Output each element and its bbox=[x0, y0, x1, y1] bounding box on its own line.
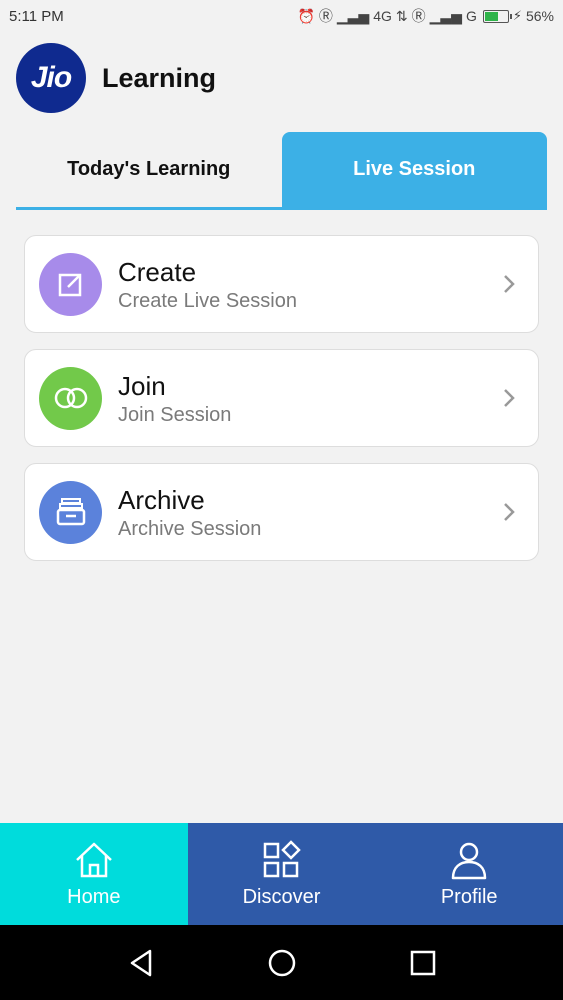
card-subtitle: Join Session bbox=[118, 403, 232, 426]
chevron-right-icon bbox=[504, 503, 515, 521]
nav-profile[interactable]: Profile bbox=[375, 823, 563, 925]
bottom-navigation: Home Discover Profile bbox=[0, 823, 563, 925]
chevron-right-icon bbox=[504, 275, 515, 293]
recents-icon[interactable] bbox=[408, 948, 438, 978]
roaming-icon: Ⓡ bbox=[318, 8, 333, 24]
card-subtitle: Create Live Session bbox=[118, 289, 297, 312]
nav-discover[interactable]: Discover bbox=[188, 823, 376, 925]
tab-todays-learning[interactable]: Today's Learning bbox=[16, 132, 282, 207]
system-navigation-bar bbox=[0, 925, 563, 1000]
network-2-label: G bbox=[465, 8, 477, 24]
battery-icon bbox=[482, 9, 512, 23]
network-1-label: 4G bbox=[373, 8, 392, 24]
tab-live-session[interactable]: Live Session bbox=[281, 132, 547, 207]
edit-icon bbox=[39, 252, 102, 316]
card-subtitle: Archive Session bbox=[118, 517, 262, 540]
create-card[interactable]: Create Create Live Session bbox=[24, 235, 539, 333]
archive-card[interactable]: Archive Archive Session bbox=[24, 463, 539, 561]
back-icon[interactable] bbox=[126, 948, 156, 978]
battery-percent: 56% bbox=[525, 8, 554, 24]
alarm-icon: ⏰ bbox=[297, 7, 315, 24]
home-icon bbox=[75, 842, 112, 877]
chevron-right-icon bbox=[504, 389, 515, 407]
status-icons: ⏰ Ⓡ ▁▃▅ 4G ⇅ Ⓡ ▁▃▅ G ⚡ 56% bbox=[297, 6, 554, 26]
status-bar: 5:11 PM ⏰ Ⓡ ▁▃▅ 4G ⇅ Ⓡ ▁▃▅ G ⚡ 56% bbox=[0, 0, 563, 32]
home-circle-icon[interactable] bbox=[267, 948, 297, 978]
card-title: Create bbox=[118, 256, 197, 287]
nav-profile-label: Profile bbox=[440, 885, 498, 908]
user-icon bbox=[451, 842, 487, 879]
data-arrows-icon: ⇅ bbox=[395, 7, 408, 24]
archive-box-icon bbox=[39, 480, 102, 544]
card-title: Archive bbox=[118, 484, 205, 515]
card-title: Join bbox=[118, 370, 166, 401]
nav-discover-label: Discover bbox=[242, 885, 321, 908]
nav-home-label: Home bbox=[67, 885, 121, 908]
signal-icon-2: ▁▃▅ bbox=[429, 7, 462, 24]
link-rings-icon bbox=[39, 366, 102, 430]
session-options-list: Create Create Live Session Join Join Ses… bbox=[24, 235, 539, 577]
roaming-icon-2: Ⓡ bbox=[411, 8, 426, 24]
signal-icon: ▁▃▅ bbox=[336, 7, 370, 24]
join-card[interactable]: Join Join Session bbox=[24, 349, 539, 447]
app-header: Jio Learning bbox=[0, 32, 563, 124]
grid-icon bbox=[263, 839, 301, 877]
jio-logo: Jio bbox=[16, 43, 86, 113]
app-title: Learning bbox=[102, 62, 217, 93]
nav-home[interactable]: Home bbox=[0, 823, 188, 925]
status-time: 5:11 PM bbox=[9, 7, 64, 25]
tab-bar: Today's Learning Live Session bbox=[16, 132, 547, 210]
charging-icon: ⚡ bbox=[512, 8, 522, 23]
